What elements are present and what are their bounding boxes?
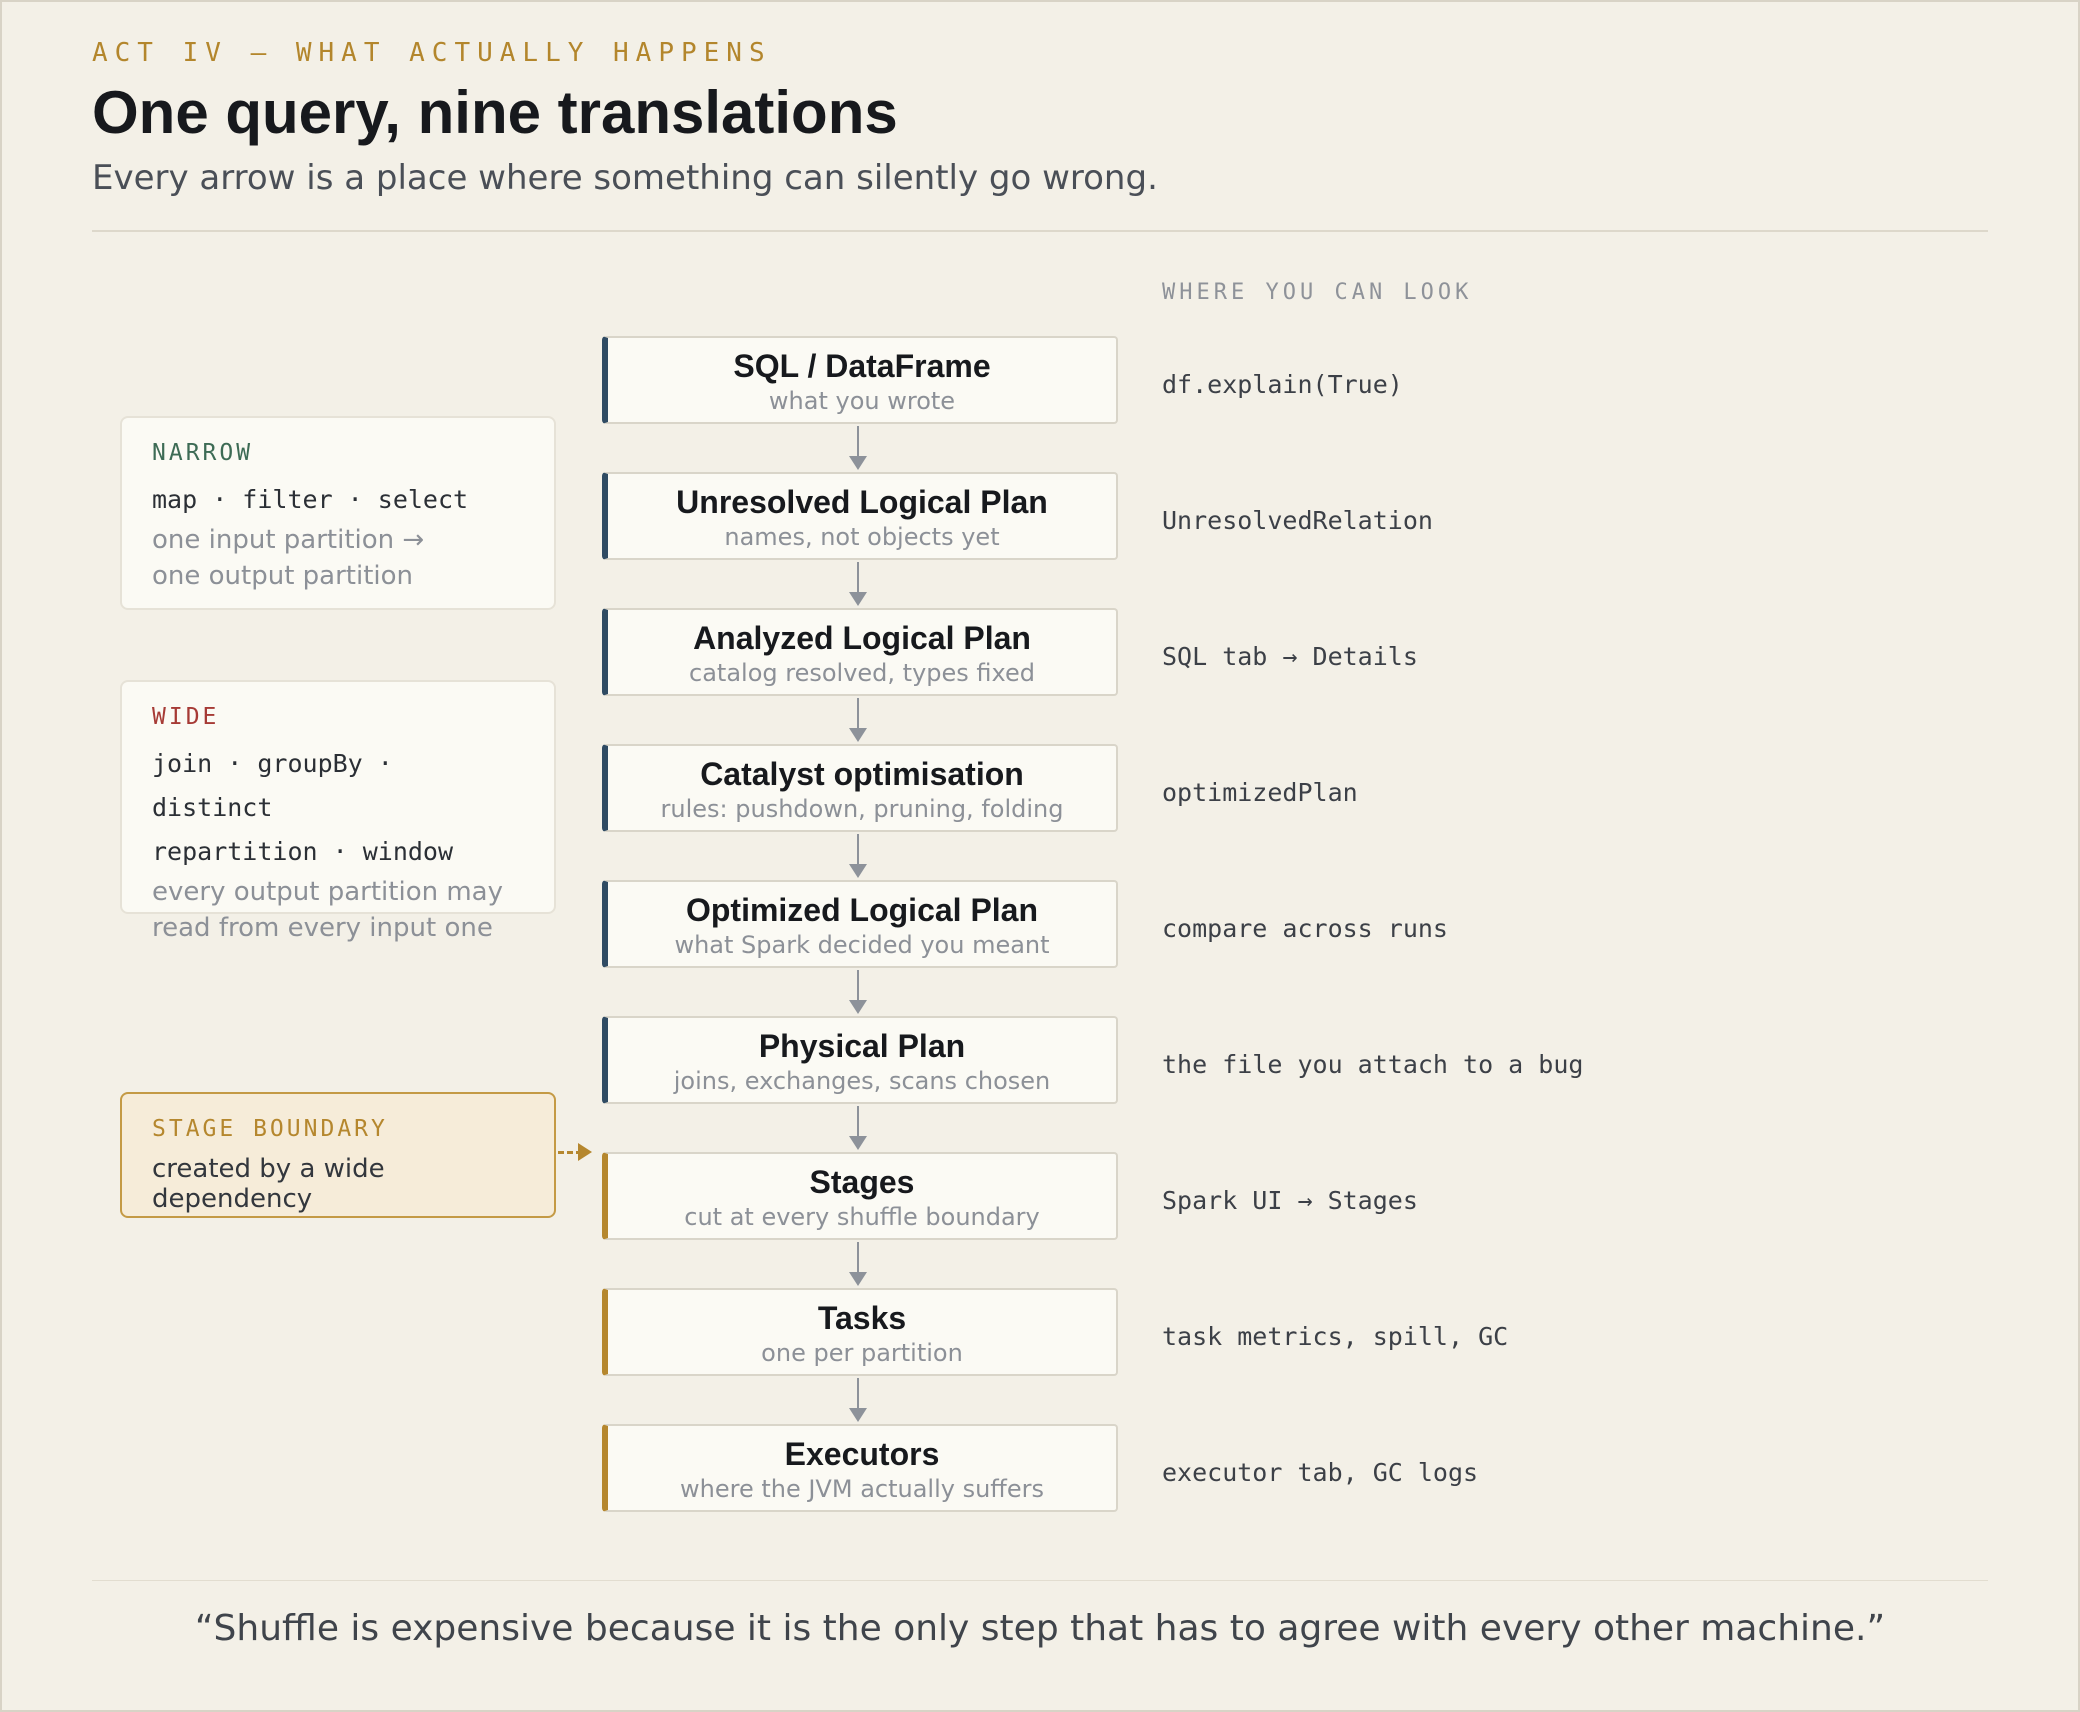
wide-note: every output partition may [152,877,503,907]
step-subtitle: what you wrote [768,387,956,415]
step-title: Optimized Logical Plan [685,892,1039,928]
down-arrow-icon [849,1242,867,1286]
act-kicker: ACT IV — WHAT ACTUALLY HAPPENS [92,38,772,68]
look-hint: SQL tab → Details [1162,642,1418,671]
step-executors: Executors where the JVM actually suffers [602,1424,1118,1512]
wide-ops: repartition · window [152,837,454,866]
step-subtitle: rules: pushdown, pruning, folding [660,795,1064,823]
step-subtitle: joins, exchanges, scans chosen [673,1067,1051,1095]
down-arrow-icon [849,834,867,878]
look-hint: executor tab, GC logs [1162,1458,1479,1487]
step-title: Executors [784,1436,940,1472]
step-title: Tasks [817,1300,907,1336]
wide-ops: join · groupBy · distinct [152,749,393,822]
narrow-note: one output partition [152,561,414,591]
header-divider [92,230,1988,232]
stage-boundary-callout: STAGE BOUNDARY created by a wide depende… [120,1092,556,1218]
step-subtitle: what Spark decided you meant [674,931,1050,959]
page-title: One query, nine translations [92,79,898,146]
down-arrow-icon [849,1378,867,1422]
narrow-label: NARROW [152,440,254,466]
wide-dependency-card: WIDE join · groupBy · distinct repartiti… [120,680,556,943]
step-stages: Stages cut at every shuffle boundary [602,1152,1118,1240]
step-title: Physical Plan [758,1028,966,1064]
footer-divider [92,1580,1988,1581]
look-hint: df.explain(True) [1162,370,1403,399]
look-hint: Spark UI → Stages [1162,1186,1418,1215]
look-column-heading: WHERE YOU CAN LOOK [1162,280,1473,305]
step-physical-plan: Physical Plan joins, exchanges, scans ch… [602,1016,1118,1104]
stage-boundary-label: STAGE BOUNDARY [152,1116,388,1142]
page-subtitle: Every arrow is a place where something c… [92,158,1158,198]
step-subtitle: cut at every shuffle boundary [684,1203,1040,1231]
look-hint: the file you attach to a bug [1162,1050,1584,1079]
step-title: Catalyst optimisation [700,756,1024,792]
step-title: Analyzed Logical Plan [693,620,1031,656]
down-arrow-icon [849,562,867,606]
stage-boundary-text: created by a wide dependency [152,1154,385,1214]
step-subtitle: catalog resolved, types fixed [689,659,1035,687]
step-unresolved-logical-plan: Unresolved Logical Plan names, not objec… [602,472,1118,560]
step-subtitle: one per partition [761,1339,963,1367]
look-hint: compare across runs [1162,914,1448,943]
down-arrow-icon [849,698,867,742]
look-hint: UnresolvedRelation [1162,506,1433,535]
footer-quote: “Shuffle is expensive because it is the … [194,1608,1886,1649]
step-title: Unresolved Logical Plan [676,484,1048,520]
step-optimized-logical-plan: Optimized Logical Plan what Spark decide… [602,880,1118,968]
look-hint: task metrics, spill, GC [1162,1322,1509,1351]
down-arrow-icon [849,1106,867,1150]
step-subtitle: where the JVM actually suffers [680,1475,1044,1503]
narrow-dependency-card: NARROW map · filter · select one input p… [120,416,556,610]
step-analyzed-logical-plan: Analyzed Logical Plan catalog resolved, … [602,608,1118,696]
narrow-note: one input partition → [152,525,425,555]
narrow-ops: map · filter · select [152,485,469,514]
wide-label: WIDE [152,704,220,730]
step-title: SQL / DataFrame [733,348,991,384]
wide-note: read from every input one [152,913,493,943]
down-arrow-icon [849,426,867,470]
arrow-right-icon [578,1143,592,1161]
down-arrow-icon [849,970,867,1014]
step-tasks: Tasks one per partition [602,1288,1118,1376]
step-catalyst-optimisation: Catalyst optimisation rules: pushdown, p… [602,744,1118,832]
step-subtitle: names, not objects yet [724,523,1000,551]
step-sql-dataframe: SQL / DataFrame what you wrote [602,336,1118,424]
look-hint: optimizedPlan [1162,778,1358,807]
step-title: Stages [809,1164,915,1200]
